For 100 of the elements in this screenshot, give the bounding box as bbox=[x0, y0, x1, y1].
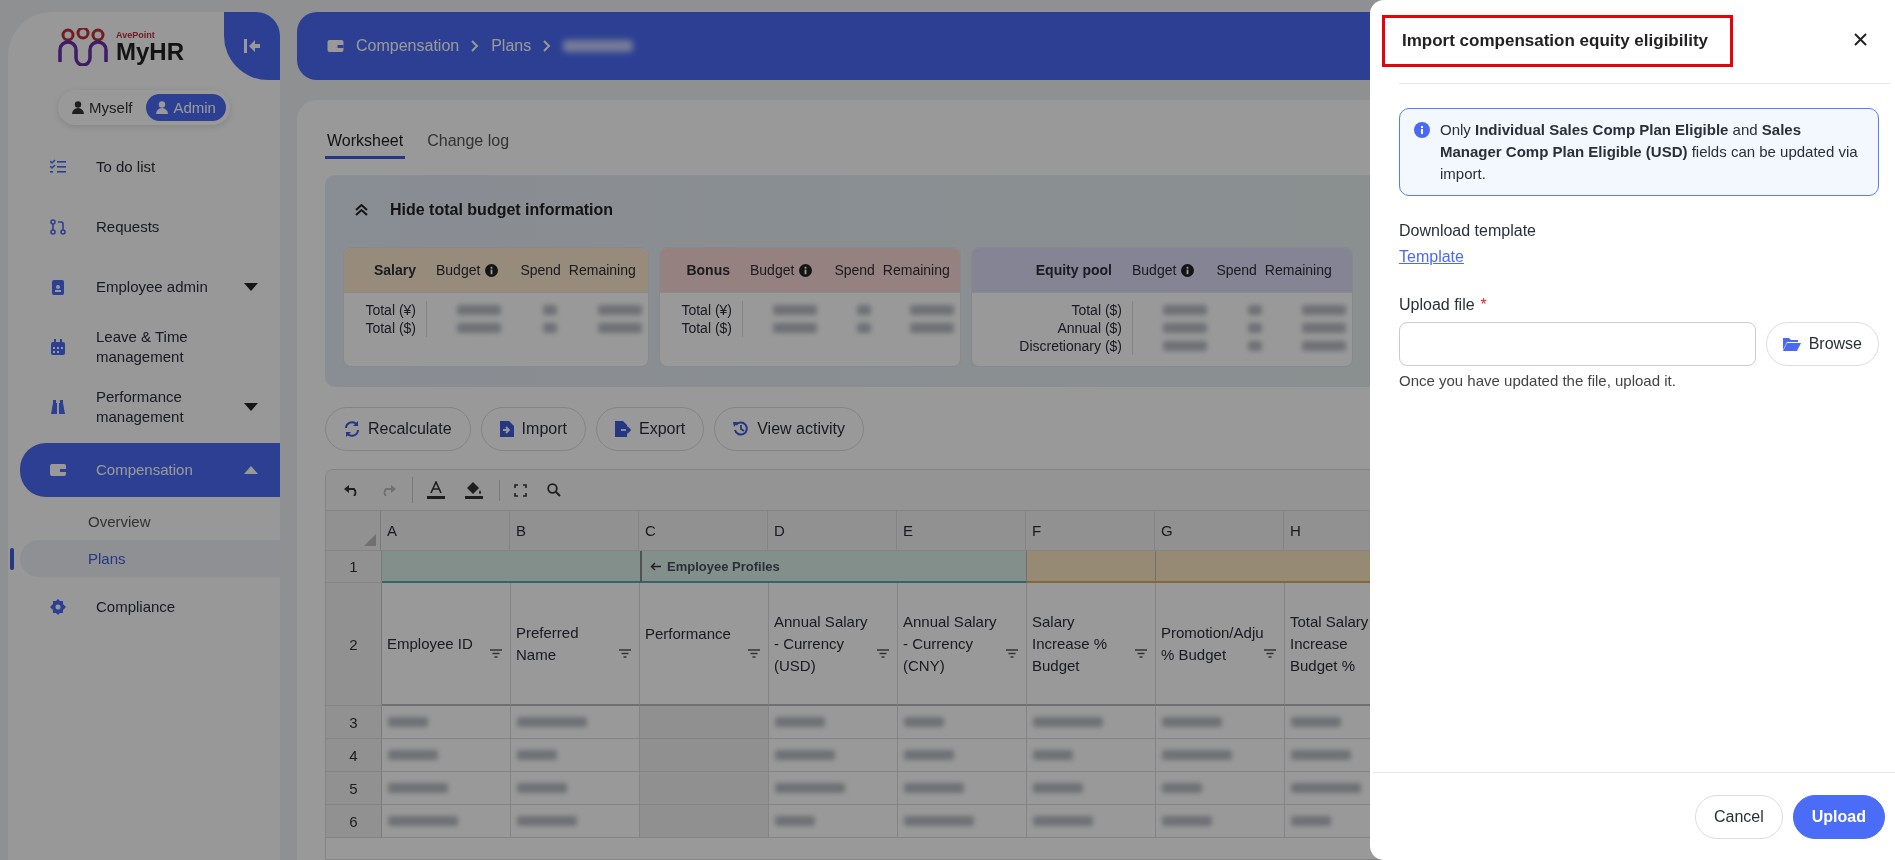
blurred-value bbox=[517, 816, 577, 826]
column-label: Budget bbox=[436, 262, 481, 278]
selection-indicator bbox=[10, 547, 14, 570]
action-button[interactable]: Recalculate bbox=[325, 407, 471, 451]
filter-icon[interactable] bbox=[748, 649, 760, 658]
blurred-value bbox=[517, 750, 557, 760]
blurred-value bbox=[1247, 341, 1262, 351]
blurred-value bbox=[1162, 816, 1212, 826]
blurred-value bbox=[773, 305, 817, 315]
row-number: 3 bbox=[326, 706, 382, 739]
blurred-value bbox=[1291, 783, 1361, 793]
blurred-value bbox=[773, 323, 817, 333]
tab[interactable]: Change log bbox=[425, 128, 512, 159]
info-icon bbox=[1181, 263, 1195, 277]
action-button[interactable]: Export bbox=[595, 407, 705, 451]
row-label: Annual ($) bbox=[1057, 319, 1122, 337]
wallet-icon bbox=[327, 39, 344, 53]
blurred-value bbox=[1163, 341, 1207, 351]
binoculars-icon bbox=[50, 399, 66, 415]
nav-item[interactable]: Compliance bbox=[20, 577, 280, 637]
chevron-icon bbox=[471, 40, 480, 52]
blurred-value bbox=[1162, 783, 1202, 793]
browse-button[interactable]: Browse bbox=[1765, 322, 1879, 366]
info-icon bbox=[485, 263, 499, 277]
blurred-value bbox=[388, 750, 438, 760]
row-number: 2 bbox=[326, 583, 382, 706]
filter-icon[interactable] bbox=[1264, 649, 1276, 658]
blurred-value bbox=[1033, 816, 1093, 826]
blurred-value bbox=[910, 323, 954, 333]
group-label: Employee Profiles bbox=[667, 558, 780, 574]
column-letter: G bbox=[1155, 511, 1284, 551]
row-label: Total ($) bbox=[365, 319, 416, 337]
text-color-icon bbox=[427, 481, 445, 499]
blurred-value bbox=[457, 323, 501, 333]
nav-item[interactable]: Performance management bbox=[20, 377, 280, 437]
calendar-icon bbox=[50, 339, 66, 355]
blurred-value bbox=[775, 816, 815, 826]
file-import-icon bbox=[499, 421, 514, 437]
nav-item[interactable]: Employee admin bbox=[20, 257, 280, 317]
filter-icon[interactable] bbox=[619, 649, 631, 658]
blurred-value bbox=[517, 717, 587, 727]
breadcrumb-link[interactable]: Compensation bbox=[356, 37, 460, 55]
breadcrumb-link[interactable]: Plans bbox=[491, 37, 532, 55]
fullscreen-icon bbox=[514, 483, 527, 497]
blurred-value bbox=[1033, 750, 1073, 760]
tab[interactable]: Worksheet bbox=[325, 128, 406, 159]
action-button[interactable]: View activity bbox=[714, 407, 864, 451]
required-mark: * bbox=[1480, 296, 1487, 314]
blurred-value bbox=[904, 750, 954, 760]
column-label: Budget bbox=[750, 262, 795, 278]
column-letter: C bbox=[639, 511, 768, 551]
fill-color-icon bbox=[465, 481, 483, 499]
row-number: 6 bbox=[326, 805, 382, 838]
row-label: Total (¥) bbox=[365, 301, 416, 319]
info-icon bbox=[1414, 122, 1430, 138]
blurred-value bbox=[1163, 305, 1207, 315]
blurred-value bbox=[904, 816, 974, 826]
nav-item[interactable]: Requests bbox=[20, 197, 280, 257]
card-title: Bonus bbox=[685, 262, 730, 278]
nav-item[interactable]: Leave & Time management bbox=[20, 317, 280, 377]
role-tab[interactable]: Myself bbox=[62, 94, 143, 121]
blurred-value bbox=[517, 783, 567, 793]
column-label: Budget bbox=[1132, 262, 1177, 278]
upload-button[interactable]: Upload bbox=[1792, 795, 1885, 839]
column-letter: D bbox=[768, 511, 897, 551]
filter-icon[interactable] bbox=[490, 649, 502, 658]
file-input[interactable] bbox=[1399, 322, 1756, 366]
header-text: Preferred Name bbox=[516, 622, 580, 665]
gear-icon bbox=[50, 599, 66, 615]
column-label: Remaining bbox=[568, 262, 636, 278]
nav-item[interactable]: Compensation bbox=[20, 443, 280, 497]
blurred-value bbox=[1247, 305, 1262, 315]
drawer-title: Import compensation equity eligibility bbox=[1402, 31, 1709, 50]
filter-icon[interactable] bbox=[877, 649, 889, 658]
wallet-icon bbox=[50, 462, 66, 478]
filter-icon[interactable] bbox=[1135, 649, 1147, 658]
blurred-value bbox=[598, 323, 642, 333]
blurred-value bbox=[856, 305, 871, 315]
collapse-button[interactable] bbox=[224, 12, 280, 80]
blurred-value bbox=[904, 717, 944, 727]
checklist-icon bbox=[50, 159, 66, 175]
people-logo-icon bbox=[56, 28, 110, 66]
row-number: 4 bbox=[326, 739, 382, 772]
blurred-value bbox=[904, 783, 964, 793]
blurred-value bbox=[1163, 323, 1207, 333]
action-button[interactable]: Import bbox=[480, 407, 586, 451]
cancel-button[interactable]: Cancel bbox=[1694, 795, 1783, 839]
file-export-icon bbox=[614, 421, 631, 437]
template-link[interactable]: Template bbox=[1399, 248, 1464, 266]
role-tab[interactable]: Admin bbox=[146, 94, 226, 121]
column-letter: E bbox=[897, 511, 1026, 551]
header-text: Performance bbox=[645, 623, 731, 644]
nav-item[interactable]: To do list bbox=[20, 137, 280, 197]
vendor-name: AvePoint bbox=[116, 30, 156, 40]
column-label: Spend bbox=[520, 262, 561, 278]
nav-subitem[interactable]: Plans bbox=[20, 540, 280, 577]
blurred-value bbox=[1033, 717, 1103, 727]
column-letter: A bbox=[381, 511, 510, 551]
filter-icon[interactable] bbox=[1006, 649, 1018, 658]
nav-subitem[interactable]: Overview bbox=[20, 503, 280, 540]
